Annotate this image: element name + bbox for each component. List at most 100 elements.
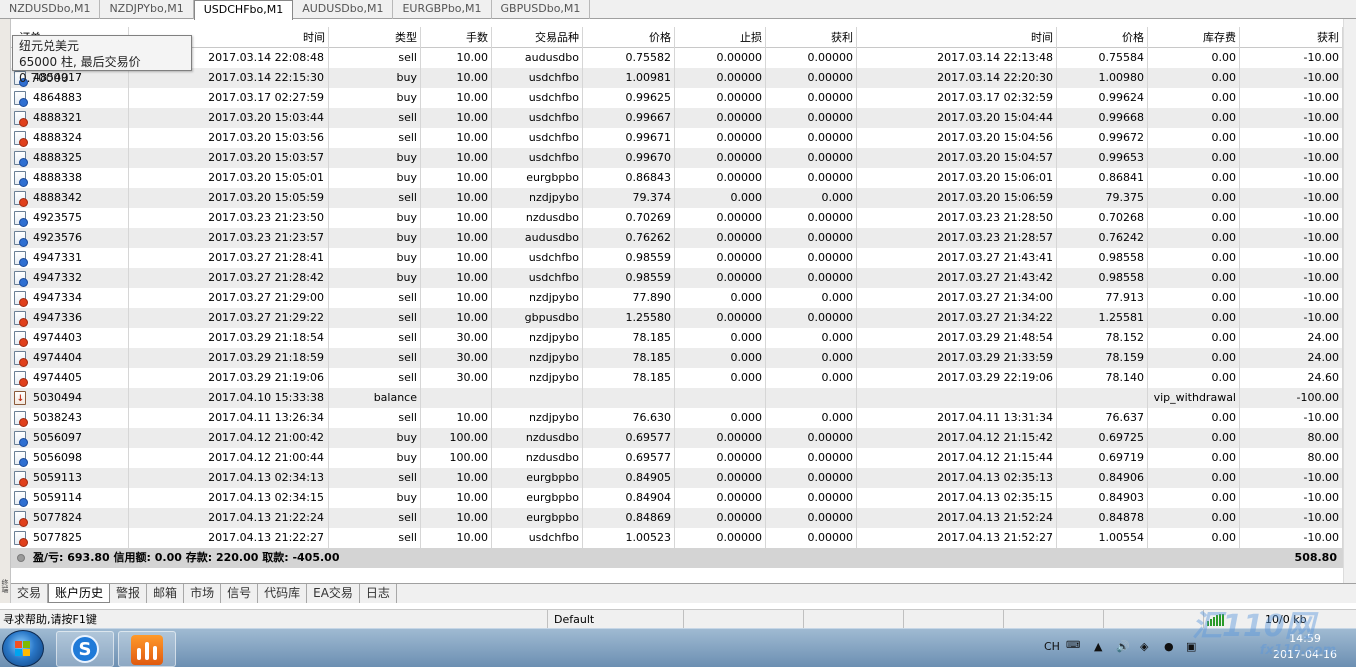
table-row[interactable]: 4947331 2017.03.27 21:28:41 buy 10.00 usdchf… [11,248,1343,268]
chart-tab-nzdjpybo-m1[interactable]: NZDJPYbo,M1 [100,0,194,19]
table-row[interactable]: 4864883 2017.03.17 02:27:59 buy 10.00 usdchf… [11,88,1343,108]
cell-symbol: nzdjpybo [492,348,583,368]
table-row[interactable]: 4923575 2017.03.23 21:23:50 buy 10.00 nzdusd… [11,208,1343,228]
cell-stop-loss: 0.00000 [675,68,766,88]
chart-tab-gbpusdbo-m1[interactable]: GBPUSDbo,M1 [492,0,591,19]
table-row[interactable]: 5030494 2017.04.10 15:33:38balance vip_wit… [11,388,1343,408]
taskbar-metatrader[interactable] [118,631,176,667]
cell-close-price: 1.25581 [1057,308,1148,328]
terminal-tab-3[interactable]: 邮箱 [147,584,185,603]
cell-symbol: audusdbo [492,228,583,248]
chart-tab-usdchfbo-m1[interactable]: USDCHFbo,M1 [193,0,294,20]
network-icon[interactable]: ▣ [1186,640,1196,653]
table-row[interactable]: 4923576 2017.03.23 21:23:57 buy 10.00 audusd… [11,228,1343,248]
cell-symbol: usdchfbo [492,88,583,108]
cell-lots: 10.00 [421,488,492,508]
cell-stop-loss: 0.00000 [675,308,766,328]
table-row[interactable]: 4888321 2017.03.20 15:03:44 sell 10.00 usdch… [11,108,1343,128]
cell-type: sell [329,408,421,428]
chart-tab-audusdbo-m1[interactable]: AUDUSDbo,M1 [293,0,394,19]
header-col-symbol[interactable]: 交易品种 [492,27,583,48]
table-row[interactable]: 4888338 2017.03.20 15:05:01 buy 10.00 eurgbp… [11,168,1343,188]
buy-order-icon [14,231,28,247]
cell-open-price: 78.185 [583,328,675,348]
terminal-tab-1[interactable]: 账户历史 [48,584,111,603]
header-col-close-time[interactable]: 时间 [857,27,1057,48]
cell-lots: 10.00 [421,128,492,148]
table-row[interactable]: 4947336 2017.03.27 21:29:22 sell 10.00 gbpus… [11,308,1343,328]
cell-open-time: 2017.04.12 21:00:44 [129,448,329,468]
cell-open-price: 78.185 [583,348,675,368]
header-col-swap[interactable]: 库存费 [1148,27,1240,48]
table-row[interactable]: 5059113 2017.04.13 02:34:13 sell 10.00 eurgb… [11,468,1343,488]
cell-symbol: eurgbpbo [492,508,583,528]
cell-take-profit: 0.000 [766,328,857,348]
table-row[interactable]: 4947334 2017.03.27 21:29:00 sell 10.00 nzdjp… [11,288,1343,308]
vertical-scrollbar[interactable] [1343,19,1356,584]
buy-order-icon [14,211,28,227]
buy-order-icon [14,171,28,187]
terminal-tab-7[interactable]: EA交易 [307,584,360,603]
cell-close-time [857,388,1057,408]
terminal-tab-5[interactable]: 信号 [221,584,259,603]
cell-type: sell [329,128,421,148]
terminal-tab-0[interactable]: 交易 [11,584,49,603]
terminal-tab-4[interactable]: 市场 [184,584,222,603]
table-row[interactable]: 4888342 2017.03.20 15:05:59 sell 10.00 nzdjp… [11,188,1343,208]
left-panel-edge[interactable]: 终端 [0,19,11,603]
security-shield-icon[interactable]: ◈ [1140,640,1148,653]
table-row[interactable]: 5038243 2017.04.11 13:26:34 sell 10.00 nzdjp… [11,408,1343,428]
table-row[interactable]: 4974405 2017.03.29 21:19:06 sell 30.00 nzdjp… [11,368,1343,388]
taskbar-clock[interactable]: 14:59 2017-04-16 [1262,631,1348,663]
chart-tab-nzdusdbo-m1[interactable]: NZDUSDbo,M1 [0,0,101,19]
cell-stop-loss: 0.00000 [675,108,766,128]
cell-type: buy [329,448,421,468]
header-col-stop-loss[interactable]: 止损 [675,27,766,48]
cell-lots: 30.00 [421,368,492,388]
cell-profit: -100.00 [1240,388,1343,408]
keyboard-icon[interactable]: ⌨ [1066,640,1080,651]
cell-ticket: 4923575 [11,208,129,228]
buy-order-icon [14,91,28,107]
table-row[interactable]: 5056098 2017.04.12 21:00:44 buy 100.00 nzdus… [11,448,1343,468]
input-language-indicator[interactable]: CH [1044,640,1060,653]
cell-lots: 10.00 [421,408,492,428]
cell-close-price: 0.99624 [1057,88,1148,108]
cell-symbol: gbpusdbo [492,308,583,328]
table-row[interactable]: 5056097 2017.04.12 21:00:42 buy 100.00 nzdus… [11,428,1343,448]
cell-close-price: 1.00980 [1057,68,1148,88]
tooltip-bar-info: 65000 柱, 最后交易价 0.70000 [19,55,141,85]
cell-lots [421,388,492,408]
cell-symbol: usdchfbo [492,268,583,288]
start-button[interactable] [2,630,44,667]
cell-symbol: eurgbpbo [492,488,583,508]
table-row[interactable]: 5059114 2017.04.13 02:34:15 buy 10.00 eurgbp… [11,488,1343,508]
header-col-profit[interactable]: 获利 [1240,27,1343,48]
volume-icon[interactable]: 🔊 [1116,640,1130,653]
terminal-tab-2[interactable]: 警报 [110,584,148,603]
show-hidden-icons-icon[interactable]: ▲ [1094,640,1102,653]
table-row[interactable]: 4974404 2017.03.29 21:18:59 sell 30.00 nzdjp… [11,348,1343,368]
header-col-type[interactable]: 类型 [329,27,421,48]
qq-icon[interactable]: ● [1164,640,1174,653]
cell-open-time: 2017.03.27 21:28:41 [129,248,329,268]
table-row[interactable]: 2017.03.14 22:08:48 sell 10.00 audusdbo 0.75… [11,48,1343,68]
terminal-tab-6[interactable]: 代码库 [258,584,308,603]
table-row[interactable]: 4888325 2017.03.20 15:03:57 buy 10.00 usdchf… [11,148,1343,168]
header-col-open-price[interactable]: 价格 [583,27,675,48]
header-col-lots[interactable]: 手数 [421,27,492,48]
terminal-tab-8[interactable]: 日志 [360,584,397,603]
header-col-close-price[interactable]: 价格 [1057,27,1148,48]
table-row[interactable]: 5077825 2017.04.13 21:22:27 sell 10.00 usdch… [11,528,1343,548]
table-row[interactable]: 4974403 2017.03.29 21:18:54 sell 30.00 nzdjp… [11,328,1343,348]
cell-type: buy [329,68,421,88]
cell-lots: 10.00 [421,468,492,488]
table-row[interactable]: 4888324 2017.03.20 15:03:56 sell 10.00 usdch… [11,128,1343,148]
table-row[interactable]: 4854917 2017.03.14 22:15:30 buy 10.00 usdchf… [11,68,1343,88]
taskbar-sogou-browser[interactable]: S [56,631,114,667]
chart-tab-eurgbpbo-m1[interactable]: EURGBPbo,M1 [393,0,492,19]
header-col-take-profit[interactable]: 获利 [766,27,857,48]
cell-open-time: 2017.03.23 21:23:57 [129,228,329,248]
table-row[interactable]: 4947332 2017.03.27 21:28:42 buy 10.00 usdchf… [11,268,1343,288]
table-row[interactable]: 5077824 2017.04.13 21:22:24 sell 10.00 eurgb… [11,508,1343,528]
